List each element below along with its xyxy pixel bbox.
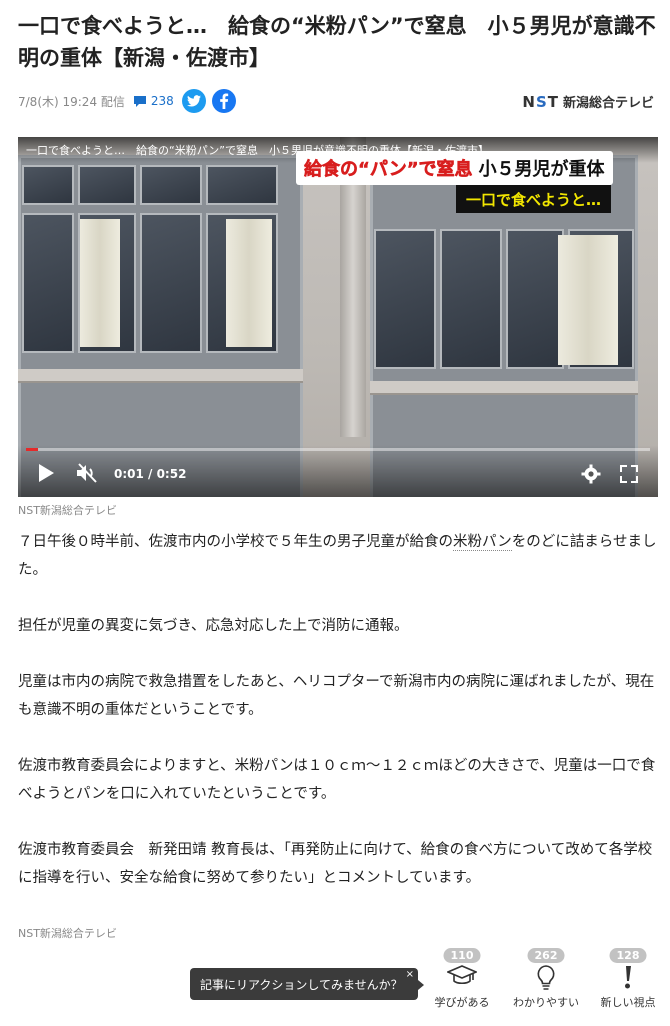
publisher-logo: NST (522, 92, 559, 111)
reaction-clear-button[interactable]: 262 わかりやすい (508, 948, 584, 1010)
caption-black-text: 小５男児が重体 (478, 159, 605, 180)
paragraph-4: 佐渡市教育委員会によりますと、米粉パンは１０ｃｍ～１２ｃｍほどの大きさで、児童は… (18, 758, 656, 802)
play-button[interactable] (34, 461, 58, 485)
reaction-prompt-text: 記事にリアクションしてみませんか？ (200, 977, 403, 992)
reaction-label: わかりやすい (513, 996, 579, 1009)
mute-button[interactable] (74, 461, 100, 485)
lightbulb-icon (537, 965, 555, 990)
article-credit: NST新潟総合テレビ (18, 927, 117, 940)
facebook-icon (219, 93, 228, 109)
video-caption-main: 給食の“パン”で窒息 小５男児が重体 (296, 151, 613, 185)
article-body: ７日午後０時半前、佐渡市内の小学校で５年生の男子児童が給食の米粉パンをのどに詰ま… (18, 528, 658, 920)
reaction-count: 262 (527, 948, 565, 963)
keyword-link[interactable]: 米粉パン (453, 534, 512, 551)
reaction-label: 新しい視点 (600, 996, 656, 1009)
reaction-count: 128 (609, 948, 647, 963)
video-time: 0:01 / 0:52 (114, 467, 187, 481)
paragraph-2: 担任が児童の異変に気づき、応急対応した上で消防に通報。 (18, 618, 409, 634)
comment-count: 238 (150, 94, 174, 108)
publish-date: 7/8(木) 19:24 配信 (18, 94, 125, 109)
paragraph-1: ７日午後０時半前、佐渡市内の小学校で５年生の男子児童が給食の米粉パンをのどに詰ま… (18, 534, 657, 578)
paragraph-5: 佐渡市教育委員会 新発田靖 教育長は、「再発防止に向けて、給食の食べ方について改… (18, 842, 653, 886)
article-title: 一口で食べようと… 給食の“米粉パン”で窒息 小５男児が意識不明の重体【新潟・佐… (18, 14, 656, 70)
publisher-brand[interactable]: NST 新潟総合テレビ (522, 92, 654, 112)
reaction-prompt-tooltip: 記事にリアクションしてみませんか？ × (190, 968, 424, 1000)
video-progress-fill (26, 448, 39, 451)
video-player[interactable]: 一口で食べようと… 給食の“米粉パン”で窒息 小５男児が意識不明の重体【新潟・佐… (18, 137, 658, 497)
settings-button[interactable] (580, 463, 602, 485)
comment-icon (133, 95, 146, 107)
video-caption-sub: 一口で食べようと… (456, 185, 612, 213)
reaction-learn-button[interactable]: 110 学びがある (424, 948, 500, 1010)
comment-link[interactable]: 238 (133, 94, 174, 108)
exclamation-icon (625, 966, 631, 989)
facebook-share-button[interactable] (211, 89, 236, 113)
reaction-count: 110 (443, 948, 481, 963)
article-meta: 7/8(木) 19:24 配信 238 (18, 88, 242, 114)
video-progress-bar[interactable] (26, 448, 650, 451)
paragraph-3: 児童は市内の病院で救急措置をしたあと、ヘリコプターで新潟市内の病院に運ばれました… (18, 674, 655, 718)
play-icon (39, 464, 54, 482)
graduation-cap-icon (445, 965, 479, 985)
fullscreen-icon (620, 465, 638, 483)
gear-icon (581, 464, 601, 484)
reaction-label: 学びがある (434, 996, 490, 1009)
video-credit: NST新潟総合テレビ (18, 504, 117, 517)
twitter-share-button[interactable] (181, 89, 206, 113)
publisher-name: 新潟総合テレビ (562, 96, 654, 111)
close-icon[interactable]: × (406, 969, 414, 980)
fullscreen-button[interactable] (618, 463, 640, 485)
speaker-muted-icon (77, 463, 97, 483)
twitter-icon (186, 95, 201, 107)
reaction-new-perspective-button[interactable]: 128 新しい視点 (590, 948, 666, 1010)
caption-red-text: 給食の“パン”で窒息 (304, 159, 473, 181)
